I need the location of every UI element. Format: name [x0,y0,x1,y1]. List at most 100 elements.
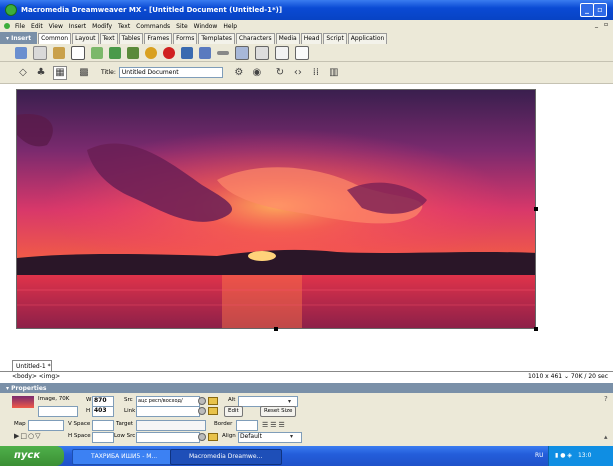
insert-panel-header[interactable]: ▾ Insert [0,32,38,44]
navigation-bar-icon[interactable] [199,46,211,59]
link-field[interactable] [136,406,200,417]
map-field[interactable] [28,420,64,431]
tray-icons[interactable]: ▮ ● ◈ [555,446,572,466]
hyperlink-icon[interactable] [15,46,27,59]
file-management-icon[interactable]: ⚙ [233,67,245,79]
alt-dropdown-icon[interactable]: ▾ [288,398,291,405]
image-placeholder-icon[interactable] [127,46,139,59]
vspace-field[interactable] [92,420,114,431]
resize-handle-corner[interactable] [534,327,538,331]
doc-restore-button[interactable]: ▫ [601,21,611,28]
design-view-icon[interactable]: ▦ [53,65,67,80]
hotspot-tools-icon[interactable]: ▶□○▽ [14,432,42,440]
sunset-picture [17,90,535,328]
align-dropdown-icon[interactable]: ▾ [290,433,293,440]
edit-button[interactable]: Edit [224,406,243,417]
help-icon[interactable]: ? [604,395,608,403]
properties-header[interactable]: ▾ Properties [0,383,613,393]
language-indicator[interactable]: RU [535,452,544,459]
tab-text[interactable]: Text [99,32,118,44]
clock: 13:0 [577,452,592,459]
tab-frames[interactable]: Frames [144,32,173,44]
named-anchor-icon[interactable] [53,46,65,59]
align-label: Align [222,433,236,439]
image-name-field[interactable] [38,406,78,417]
menu-view[interactable]: View [46,23,66,30]
flash-icon[interactable] [163,46,175,59]
title-field[interactable]: Untitled Document [118,67,223,78]
menu-text[interactable]: Text [115,23,133,30]
preview-browser-icon[interactable]: ◉ [251,67,263,79]
menu-file[interactable]: File [12,23,28,30]
horizontal-rule-icon[interactable] [217,50,229,55]
title-label: Title: [101,69,116,76]
resize-handle-bottom[interactable] [274,327,278,331]
tab-media[interactable]: Media [275,32,300,44]
menu-commands[interactable]: Commands [133,23,173,30]
menu-bar: File Edit View Insert Modify Text Comman… [0,20,613,32]
link-point-to-file-icon[interactable] [198,407,206,415]
link-browse-folder-icon[interactable] [208,407,218,415]
expand-icon[interactable]: ▴ [604,433,608,441]
email-link-icon[interactable] [33,45,47,60]
split-view-icon[interactable]: ♣ [35,67,47,79]
tag-chooser-icon[interactable] [295,45,309,60]
taskbar-item-word[interactable]: ТАХРИБА ИШИ5 - М... [72,449,184,465]
h-label: H [86,408,91,414]
doc-minimize-button[interactable]: _ [592,21,601,28]
menu-help[interactable]: Help [220,23,240,30]
menu-edit[interactable]: Edit [28,23,46,30]
link-label: Link [124,408,136,414]
tab-characters[interactable]: Characters [235,32,275,44]
refresh-icon[interactable]: ↻ [274,67,286,79]
window-title: Macromedia Dreamweaver MX - [Untitled Do… [21,6,283,14]
toolbar-options-icon[interactable]: ▥ [328,67,340,79]
tab-common[interactable]: Common [38,32,72,44]
height-field[interactable]: 403 [92,406,114,417]
menu-modify[interactable]: Modify [89,23,115,30]
menu-insert[interactable]: Insert [66,23,89,30]
live-data-icon[interactable]: ▩ [78,67,90,79]
fireworks-html-icon[interactable] [145,46,157,59]
comment-icon[interactable] [275,45,289,60]
align-buttons-icon[interactable]: ☰☰☰ [262,421,287,429]
image-icon[interactable] [109,46,121,59]
target-field[interactable] [136,420,206,431]
date-icon[interactable] [235,45,249,60]
rollover-image-icon[interactable] [181,46,193,59]
sunset-image[interactable] [16,89,536,329]
lowsrc-field[interactable] [136,432,200,443]
menu-site[interactable]: Site [173,23,191,30]
table-icon[interactable] [71,45,85,60]
view-options-icon[interactable]: ⁞⁞ [310,67,322,79]
tab-templates[interactable]: Templates [198,32,235,44]
tag-selector[interactable]: <body> <img> [12,373,60,380]
dreamweaver-app-icon [5,4,17,16]
border-field[interactable] [236,420,258,431]
code-view-icon[interactable]: ◇ [17,67,29,79]
lowsrc-point-to-file-icon[interactable] [198,433,206,441]
reset-size-button[interactable]: Reset Size [260,406,297,417]
tab-forms[interactable]: Forms [173,32,198,44]
taskbar-item-dreamweaver[interactable]: Macromedia Dreamwe... [170,449,282,465]
insert-panel: ▾ Insert Common Layout Text Tables Frame… [0,32,613,44]
code-navigation-icon[interactable]: ‹› [292,67,304,79]
tab-application[interactable]: Application [347,32,388,44]
browse-folder-icon[interactable] [208,397,218,405]
hspace-field[interactable] [92,432,114,443]
restore-button[interactable]: ▫ [593,3,607,17]
layer-icon[interactable] [91,46,103,59]
start-button[interactable]: пуск [0,446,64,466]
tab-tables[interactable]: Tables [118,32,144,44]
tab-layout[interactable]: Layout [72,32,99,44]
lowsrc-browse-folder-icon[interactable] [208,433,218,441]
image-thumbnail [12,396,34,408]
menu-window[interactable]: Window [191,23,221,30]
status-bar: <body> <img> 1010 x 461 ⌄ 70K / 20 sec [0,372,613,383]
minimize-button[interactable]: _ [580,3,594,17]
tab-script[interactable]: Script [323,32,347,44]
tab-head[interactable]: Head [300,32,323,44]
tabular-data-icon[interactable] [255,45,269,60]
resize-handle-right[interactable] [534,207,538,211]
point-to-file-icon[interactable] [198,397,206,405]
